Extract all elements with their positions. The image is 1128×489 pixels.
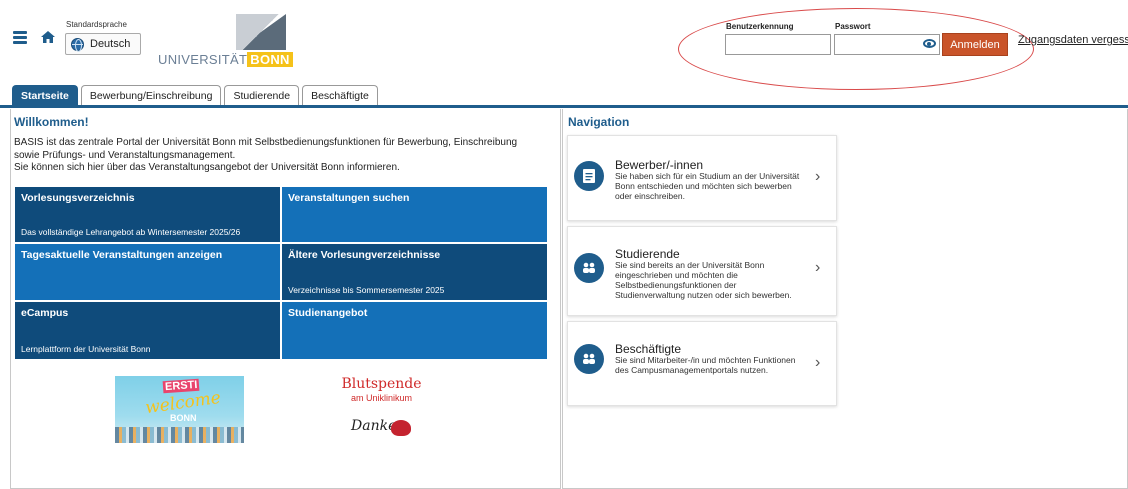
username-label: Benutzerkennung xyxy=(726,22,794,31)
home-icon[interactable] xyxy=(40,29,56,45)
password-label: Passwort xyxy=(835,22,871,31)
blood-donation-banner[interactable]: Blutspende am Uniklinikum Danke xyxy=(341,376,422,446)
language-select[interactable]: Deutsch xyxy=(65,33,141,55)
intro-line-2: sowie Prüfungs- und Veranstaltungsmanage… xyxy=(14,149,236,161)
ersti-welcome-banner[interactable]: ERSTI welcome BONN xyxy=(115,376,244,443)
navigation-title: Navigation xyxy=(568,115,630,129)
tab-studierende[interactable]: Studierende xyxy=(224,85,300,106)
login-button[interactable]: Anmelden xyxy=(942,33,1008,56)
blood-drop-icon xyxy=(391,420,411,436)
forgot-credentials-link[interactable]: Zugangsdaten vergesse xyxy=(1018,34,1128,46)
welcome-intro: BASIS ist das zentrale Portal der Univer… xyxy=(14,137,554,175)
logo-triangle-light xyxy=(236,14,286,50)
nav-card-description: Sie sind Mitarbeiter-/in und möchten Fun… xyxy=(615,355,796,375)
quick-links-grid: Vorlesungsverzeichnis Das vollständige L… xyxy=(14,186,548,360)
tile-studienangebot[interactable]: Studienangebot xyxy=(281,301,548,360)
main-tabs: Startseite Bewerbung/Einschreibung Studi… xyxy=(12,85,378,106)
intro-line-1: BASIS ist das zentrale Portal der Univer… xyxy=(14,137,518,148)
blut-subtitle: am Uniklinikum xyxy=(350,393,412,403)
nav-card-bewerber[interactable]: Bewerber/-innen Sie haben sich für ein S… xyxy=(567,135,837,221)
nav-card-beschaeftigte[interactable]: Beschäftigte Sie sind Mitarbeiter-/in un… xyxy=(567,321,837,406)
chevron-right-icon: › xyxy=(815,259,821,276)
tile-title: Tagesaktuelle Veranstaltungen anzeigen xyxy=(21,249,223,261)
nav-card-description: Sie sind bereits an der Universität Bonn… xyxy=(615,260,792,300)
tile-title: Studienangebot xyxy=(288,307,368,319)
chevron-right-icon: › xyxy=(815,168,821,185)
tile-title: Ältere Vorlesungverzeichnisse xyxy=(288,249,441,261)
banner-bonn-text: BONN xyxy=(170,413,197,423)
hamburger-menu-icon[interactable] xyxy=(13,31,27,44)
header: Standardsprache Deutsch UNIVERSITÄT BONN … xyxy=(0,0,1128,90)
language-label: Standardsprache xyxy=(66,20,127,29)
username-input[interactable] xyxy=(725,34,831,55)
people-group-icon xyxy=(574,253,604,283)
tile-vorlesungsverzeichnis[interactable]: Vorlesungsverzeichnis Das vollständige L… xyxy=(14,186,281,243)
tab-beschaeftigte[interactable]: Beschäftigte xyxy=(302,85,378,106)
tile-subtitle: Verzeichnisse bis Sommersemester 2025 xyxy=(288,285,445,295)
people-group-icon xyxy=(574,344,604,374)
chevron-right-icon: › xyxy=(815,354,821,371)
tile-title: eCampus xyxy=(21,307,69,319)
university-logo[interactable]: UNIVERSITÄT BONN xyxy=(158,14,293,67)
nav-card-studierende[interactable]: Studierende Sie sind bereits an der Univ… xyxy=(567,226,837,316)
tile-ecampus[interactable]: eCampus Lernplattform der Universität Bo… xyxy=(14,301,281,360)
tab-startseite[interactable]: Startseite xyxy=(12,85,78,106)
tab-bewerbung[interactable]: Bewerbung/Einschreibung xyxy=(80,85,222,106)
tile-subtitle: Das vollständige Lehrangebot ab Winterse… xyxy=(21,227,241,237)
blut-title: Blutspende xyxy=(341,376,422,392)
blut-danke: Danke xyxy=(351,418,397,434)
nav-card-description: Sie haben sich für ein Studium an der Un… xyxy=(615,171,800,201)
logo-text: UNIVERSITÄT BONN xyxy=(158,52,293,67)
nav-card-title: Beschäftigte xyxy=(615,342,682,356)
nav-card-title: Bewerber/-innen xyxy=(615,158,704,172)
logo-universitaet: UNIVERSITÄT xyxy=(158,52,248,67)
document-icon xyxy=(574,161,604,191)
tabs-underline xyxy=(0,105,1128,108)
tile-title: Vorlesungsverzeichnis xyxy=(21,192,135,204)
tile-title: Veranstaltungen suchen xyxy=(288,192,410,204)
welcome-title: Willkommen! xyxy=(14,115,89,129)
tile-tagesaktuelle-veranstaltungen[interactable]: Tagesaktuelle Veranstaltungen anzeigen xyxy=(14,243,281,301)
nav-card-title: Studierende xyxy=(615,247,680,261)
banner-people-illustration xyxy=(115,427,244,443)
language-value: Deutsch xyxy=(90,38,131,50)
tile-aeltere-vorlesungsverzeichnisse[interactable]: Ältere Vorlesungverzeichnisse Verzeichni… xyxy=(281,243,548,301)
show-password-eye-icon[interactable] xyxy=(923,39,936,48)
tile-veranstaltungen-suchen[interactable]: Veranstaltungen suchen xyxy=(281,186,548,243)
intro-line-3: Sie können sich hier über das Veranstalt… xyxy=(14,162,400,173)
logo-bonn: BONN xyxy=(247,52,293,67)
globe-icon xyxy=(71,37,84,52)
tile-subtitle: Lernplattform der Universität Bonn xyxy=(21,344,151,354)
